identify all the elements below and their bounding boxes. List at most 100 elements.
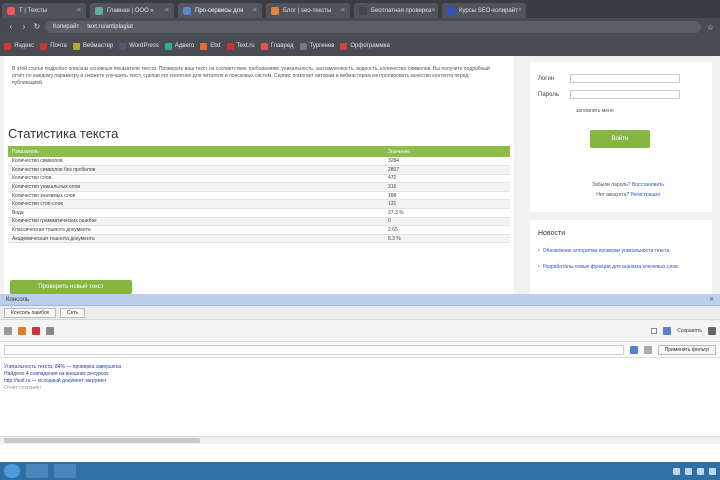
bookmark[interactable]: Адвего	[164, 42, 194, 50]
battery-icon[interactable]	[709, 467, 716, 475]
password-row: Пароль	[538, 90, 680, 99]
clear-icon[interactable]	[4, 326, 12, 335]
preserve-checkbox[interactable]	[651, 327, 658, 334]
taskbar	[0, 462, 720, 480]
star-icon[interactable]: ☆	[707, 23, 714, 32]
bookmark[interactable]: WordPress	[119, 42, 159, 50]
checkbox-icon[interactable]	[629, 345, 638, 354]
close-icon[interactable]: ×	[431, 7, 435, 14]
bookmark[interactable]: Вебмастер	[72, 42, 113, 50]
reload-icon[interactable]: ↻	[32, 22, 42, 32]
table-row: Количество грамматических ошибок 0	[8, 217, 510, 227]
preserve-label: Сохранять	[677, 327, 702, 334]
check-new-text-button[interactable]: Проверить новый текст	[10, 280, 132, 294]
back-icon[interactable]: ‹	[6, 22, 16, 32]
search-icon[interactable]	[708, 326, 716, 335]
close-icon[interactable]: ×	[341, 7, 345, 14]
info-icon[interactable]	[663, 326, 672, 335]
filter-input[interactable]	[4, 344, 624, 355]
table-row: Количество уникальных слов 316	[8, 182, 510, 192]
taskbar-app-icon[interactable]	[54, 464, 76, 478]
log-line: Уникальность текста: 84% — проверка заве…	[4, 364, 122, 370]
news-title: Новости	[538, 230, 566, 237]
bookmark[interactable]: Почта	[40, 42, 67, 50]
news-link[interactable]: Обновление алгоритма проверки уникальнос…	[538, 248, 702, 255]
toolbar-right: Сохранять	[651, 326, 716, 335]
login-links: Забыли пароль? Восстановить Нет аккаунта…	[558, 180, 698, 200]
error-icon[interactable]	[32, 326, 40, 335]
bookmark-icon	[226, 42, 234, 50]
metric-value: 131	[384, 199, 510, 210]
clear-filter-icon[interactable]	[643, 345, 652, 354]
tab-errors[interactable]: Консоль ошибок	[4, 307, 57, 318]
browser-tab[interactable]: Главная | ООО «×	[90, 3, 174, 18]
bookmark[interactable]: Яндекс	[4, 42, 34, 50]
log-line[interactable]: http://text.ru — исходный документ загру…	[4, 378, 716, 385]
log-line: Найдено 4 совпадения на внешних ресурсах	[4, 371, 109, 377]
horizontal-scrollbar[interactable]	[0, 436, 720, 444]
apply-filter-button[interactable]: Применить фильтр	[657, 344, 716, 355]
browser-tab-active[interactable]: Про-сервисы для ×	[178, 3, 262, 18]
intro-text: В этой статье подробно описаны основные …	[12, 66, 490, 86]
browser-tab[interactable]: Бесплатная проверка ×	[354, 3, 438, 18]
bookmark-icon	[299, 42, 307, 50]
restore-password-link[interactable]: Восстановить	[632, 182, 664, 188]
login-input[interactable]	[570, 74, 680, 83]
bookmark[interactable]: Главред	[260, 42, 294, 50]
bookmark-icon	[164, 42, 172, 50]
register-link[interactable]: Регистрация	[631, 192, 660, 198]
close-icon[interactable]: ×	[253, 7, 257, 14]
metric-name: Количество уникальных слов	[8, 182, 384, 192]
browser-tab[interactable]: Блог | seo-тексты ×	[266, 3, 350, 18]
panel-toolbar: Сохранять	[0, 320, 720, 342]
volume-icon[interactable]	[685, 467, 692, 475]
forward-icon[interactable]: ›	[19, 22, 29, 32]
browser-tab[interactable]: Т | Тексты ×	[2, 3, 86, 18]
bookmark-icon	[119, 42, 127, 50]
bookmark[interactable]: Etxt	[200, 42, 221, 50]
metric-value: 3284	[384, 157, 510, 167]
close-icon[interactable]: ×	[165, 7, 169, 14]
start-button[interactable]	[4, 464, 20, 478]
sidebar: Логин Пароль запомнить меня Войти Забыли…	[530, 56, 712, 294]
metric-name: Количество стоп-слов	[8, 199, 384, 210]
favicon-icon	[447, 6, 455, 15]
table-row: Количество слов 472	[8, 174, 510, 184]
metric-value: 2.65	[384, 225, 510, 235]
close-icon[interactable]: ×	[77, 7, 81, 14]
login-label: Логин	[538, 75, 555, 82]
metric-value: 198	[384, 191, 510, 201]
close-icon[interactable]: ✕	[709, 296, 714, 303]
news-link[interactable]: Разработаны новые функции для анализа кл…	[538, 264, 702, 271]
metric-name: Количество значимых слов	[8, 191, 384, 201]
bookmark[interactable]: Орфограммка	[340, 42, 390, 50]
password-input[interactable]	[570, 90, 680, 99]
flag-icon[interactable]	[697, 467, 704, 475]
bookmark-icon	[200, 42, 208, 50]
url-field[interactable]: Копирайт text.ru/antiplagiat	[45, 21, 701, 33]
section-title: Статистика текста	[8, 126, 119, 141]
scrollbar-thumb[interactable]	[4, 438, 200, 443]
metric-name: Классическая тошнота документа	[8, 225, 384, 235]
browser-tab-strip: Т | Тексты × Главная | ООО «× Про-сервисы…	[0, 0, 720, 18]
login-button[interactable]: Войти	[590, 130, 650, 148]
browser-tab[interactable]: Курсы SEO-копирайт ×	[442, 3, 526, 18]
login-box: Логин Пароль запомнить меня Войти Забыли…	[530, 62, 712, 212]
close-icon[interactable]: ×	[518, 7, 522, 14]
column-header: Значение	[384, 146, 510, 157]
table-row: Вода 27.3 %	[8, 208, 510, 218]
tab-network[interactable]: Сеть	[60, 307, 86, 318]
network-icon[interactable]	[673, 467, 680, 475]
forgot-row: Забыли пароль? Восстановить	[591, 182, 665, 188]
bookmark[interactable]: Text.ru	[226, 42, 255, 50]
console-panel: Консоль ✕ Консоль ошибок Сеть Сохранять …	[0, 294, 720, 462]
stats-table: Показатель Значение Количество символов 3…	[8, 146, 510, 244]
metric-name: Количество слов	[8, 174, 384, 184]
bookmark[interactable]: Тургенев	[299, 42, 334, 50]
settings-icon[interactable]	[46, 326, 54, 335]
column-header: Показатель	[8, 146, 384, 157]
filter-icon[interactable]	[18, 326, 26, 335]
metric-name: Количество символов	[8, 157, 384, 167]
remember-me-checkbox[interactable]: запомнить меня	[576, 108, 614, 114]
taskbar-app-icon[interactable]	[26, 464, 48, 478]
